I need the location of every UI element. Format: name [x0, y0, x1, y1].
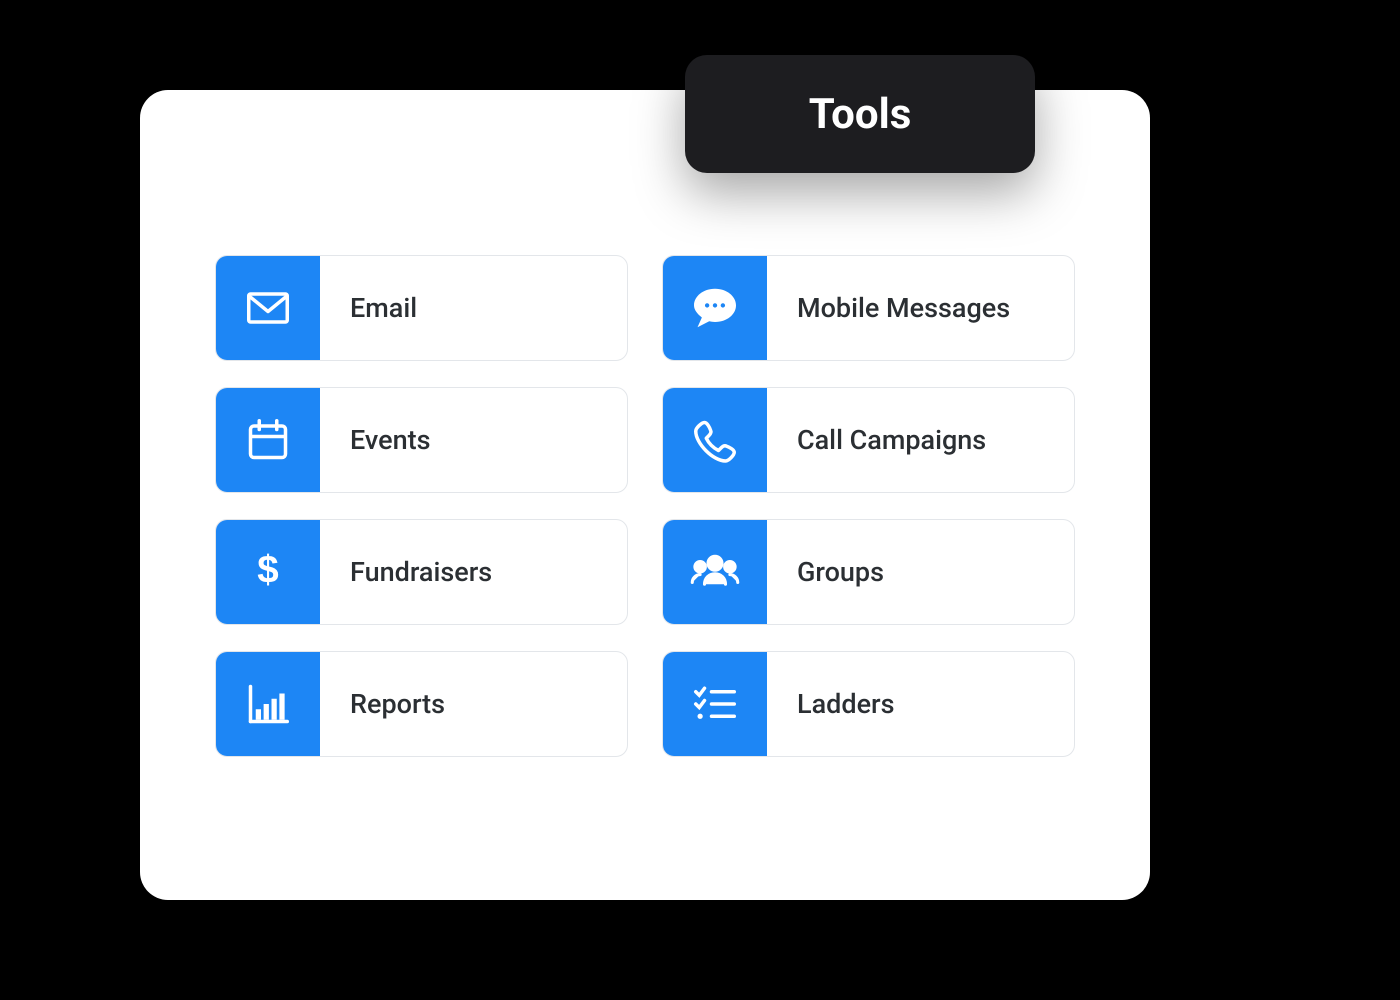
tools-badge-label: Tools — [809, 90, 912, 139]
phone-icon — [663, 388, 767, 492]
calendar-icon — [216, 388, 320, 492]
tool-tile-reports[interactable]: Reports — [215, 651, 628, 757]
envelope-icon — [216, 256, 320, 360]
tool-label: Email — [320, 256, 627, 360]
tool-tile-fundraisers[interactable]: $ Fundraisers — [215, 519, 628, 625]
speech-bubble-icon — [663, 256, 767, 360]
tool-label: Mobile Messages — [767, 256, 1074, 360]
dollar-icon: $ — [216, 520, 320, 624]
tools-grid: Email Mobile Messages — [215, 255, 1075, 757]
checklist-icon — [663, 652, 767, 756]
tool-tile-groups[interactable]: Groups — [662, 519, 1075, 625]
tool-tile-call-campaigns[interactable]: Call Campaigns — [662, 387, 1075, 493]
tool-label: Events — [320, 388, 627, 492]
svg-text:$: $ — [257, 549, 278, 592]
tool-label: Fundraisers — [320, 520, 627, 624]
tools-badge: Tools — [685, 55, 1035, 173]
tool-label: Reports — [320, 652, 627, 756]
tool-tile-mobile-messages[interactable]: Mobile Messages — [662, 255, 1075, 361]
tool-label: Call Campaigns — [767, 388, 1074, 492]
tool-label: Groups — [767, 520, 1074, 624]
bar-chart-icon — [216, 652, 320, 756]
tool-tile-ladders[interactable]: Ladders — [662, 651, 1075, 757]
tool-tile-events[interactable]: Events — [215, 387, 628, 493]
tool-tile-email[interactable]: Email — [215, 255, 628, 361]
tool-label: Ladders — [767, 652, 1074, 756]
group-icon — [663, 520, 767, 624]
tools-panel: Email Mobile Messages — [140, 90, 1150, 900]
